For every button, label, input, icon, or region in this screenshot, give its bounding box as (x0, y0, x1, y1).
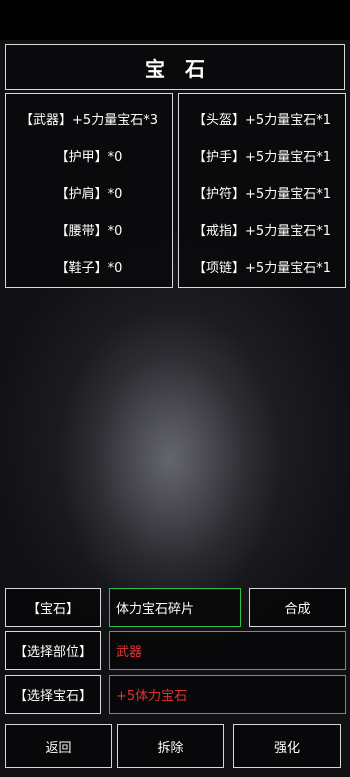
slot-label: 【武器】 (20, 113, 73, 128)
slot-value: +5力量宝石*3 (72, 113, 158, 128)
status-bar (0, 0, 350, 40)
slot-label: 【鞋子】 (55, 261, 108, 276)
slot-value: *0 (107, 224, 123, 239)
slot-amulet[interactable]: 【护符】+5力量宝石*1 (179, 183, 345, 202)
slot-value: +5力量宝石*1 (245, 261, 331, 276)
gem-label-button[interactable]: 【宝石】 (5, 588, 101, 627)
slot-label: 【护手】 (193, 150, 246, 165)
slot-shoulder[interactable]: 【护肩】*0 (6, 183, 172, 202)
slot-value: *0 (107, 150, 123, 165)
slot-value: +5力量宝石*1 (245, 113, 331, 128)
slot-label: 【头盔】 (193, 113, 246, 128)
slot-gloves[interactable]: 【护手】+5力量宝石*1 (179, 146, 345, 165)
slot-value: *0 (107, 187, 123, 202)
slot-label: 【腰带】 (55, 224, 108, 239)
equipment-list-left: 【武器】+5力量宝石*3 【护甲】*0 【护肩】*0 【腰带】*0 【鞋子】*0 (5, 93, 173, 288)
slot-weapon[interactable]: 【武器】+5力量宝石*3 (6, 109, 172, 128)
synthesize-button[interactable]: 合成 (249, 588, 346, 627)
enhance-button[interactable]: 强化 (233, 724, 341, 768)
slot-helmet[interactable]: 【头盔】+5力量宝石*1 (179, 109, 345, 128)
equipment-list-right: 【头盔】+5力量宝石*1 【护手】+5力量宝石*1 【护符】+5力量宝石*1 【… (178, 93, 346, 288)
slot-armor[interactable]: 【护甲】*0 (6, 146, 172, 165)
back-button[interactable]: 返回 (5, 724, 112, 768)
slot-value: +5力量宝石*1 (245, 150, 331, 165)
slot-belt[interactable]: 【腰带】*0 (6, 220, 172, 239)
select-part-button[interactable]: 【选择部位】 (5, 631, 101, 670)
slot-label: 【护符】 (193, 187, 246, 202)
select-gem-button[interactable]: 【选择宝石】 (5, 675, 101, 714)
slot-label: 【项链】 (193, 261, 246, 276)
title-panel: 宝石 (5, 44, 345, 90)
slot-label: 【戒指】 (193, 224, 246, 239)
selected-gem-field[interactable]: +5体力宝石 (109, 675, 346, 714)
remove-button[interactable]: 拆除 (117, 724, 224, 768)
slot-value: *0 (107, 261, 123, 276)
slot-necklace[interactable]: 【项链】+5力量宝石*1 (179, 257, 345, 276)
part-value-field[interactable]: 武器 (109, 631, 346, 670)
slot-value: +5力量宝石*1 (245, 224, 331, 239)
slot-label: 【护甲】 (55, 150, 108, 165)
slot-label: 【护肩】 (55, 187, 108, 202)
slot-ring[interactable]: 【戒指】+5力量宝石*1 (179, 220, 345, 239)
slot-shoes[interactable]: 【鞋子】*0 (6, 257, 172, 276)
page-title: 宝石 (145, 56, 225, 81)
gem-value-field[interactable]: 体力宝石碎片 (109, 588, 241, 627)
slot-value: +5力量宝石*1 (245, 187, 331, 202)
